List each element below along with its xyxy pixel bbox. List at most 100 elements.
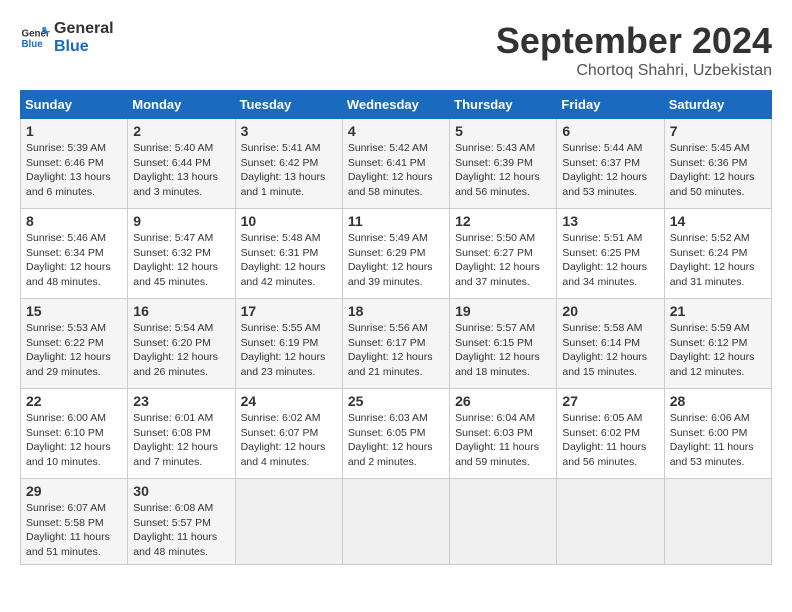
week-row-5: 29 Sunrise: 6:07 AMSunset: 5:58 PMDayligh… — [21, 479, 772, 565]
weekday-header-row: SundayMondayTuesdayWednesdayThursdayFrid… — [21, 91, 772, 119]
calendar-cell: 30Sunrise: 6:08 AMSunset: 5:57 PMDayligh… — [128, 479, 235, 565]
day-info: Sunrise: 6:03 AMSunset: 6:05 PMDaylight:… — [348, 411, 444, 470]
day-info: Sunrise: 6:00 AMSunset: 6:10 PMDaylight:… — [26, 411, 122, 470]
day-number: 15 — [26, 303, 122, 319]
day-number: 23 — [133, 393, 229, 409]
weekday-header-wednesday: Wednesday — [342, 91, 449, 119]
week-row-1: 1 Sunrise: 5:39 AMSunset: 6:46 PMDaylight… — [21, 119, 772, 209]
day-number: 24 — [241, 393, 337, 409]
day-number: 28 — [670, 393, 766, 409]
weekday-header-monday: Monday — [128, 91, 235, 119]
day-number: 11 — [348, 213, 444, 229]
day-number: 12 — [455, 213, 551, 229]
calendar-cell: 27 Sunrise: 6:05 AMSunset: 6:02 PMDayligh… — [557, 389, 664, 479]
week-row-3: 15Sunrise: 5:53 AMSunset: 6:22 PMDayligh… — [21, 299, 772, 389]
day-number: 17 — [241, 303, 337, 319]
calendar-cell: 12 Sunrise: 5:50 AMSunset: 6:27 PMDayligh… — [450, 209, 557, 299]
day-number: 3 — [241, 123, 337, 139]
day-number: 27 — [562, 393, 658, 409]
week-row-4: 22Sunrise: 6:00 AMSunset: 6:10 PMDayligh… — [21, 389, 772, 479]
day-number: 21 — [670, 303, 766, 319]
calendar-cell: 17Sunrise: 5:55 AMSunset: 6:19 PMDayligh… — [235, 299, 342, 389]
day-number: 9 — [133, 213, 229, 229]
day-number: 1 — [26, 123, 122, 139]
calendar-cell: 5 Sunrise: 5:43 AMSunset: 6:39 PMDaylight… — [450, 119, 557, 209]
calendar-cell: 23 Sunrise: 6:01 AMSunset: 6:08 PMDayligh… — [128, 389, 235, 479]
day-info: Sunrise: 5:51 AMSunset: 6:25 PMDaylight:… — [562, 231, 658, 290]
day-info: Sunrise: 6:02 AMSunset: 6:07 PMDaylight:… — [241, 411, 337, 470]
weekday-header-saturday: Saturday — [664, 91, 771, 119]
day-info: Sunrise: 5:42 AMSunset: 6:41 PMDaylight:… — [348, 141, 444, 200]
day-info: Sunrise: 5:39 AMSunset: 6:46 PMDaylight:… — [26, 141, 122, 200]
day-info: Sunrise: 6:04 AMSunset: 6:03 PMDaylight:… — [455, 411, 551, 470]
calendar-cell: 24 Sunrise: 6:02 AMSunset: 6:07 PMDayligh… — [235, 389, 342, 479]
svg-text:Blue: Blue — [22, 39, 44, 50]
calendar-cell: 25 Sunrise: 6:03 AMSunset: 6:05 PMDayligh… — [342, 389, 449, 479]
day-info: Sunrise: 5:59 AMSunset: 6:12 PMDaylight:… — [670, 321, 766, 380]
day-number: 6 — [562, 123, 658, 139]
weekday-header-friday: Friday — [557, 91, 664, 119]
day-info: Sunrise: 5:41 AMSunset: 6:42 PMDaylight:… — [241, 141, 337, 200]
day-info: Sunrise: 6:01 AMSunset: 6:08 PMDaylight:… — [133, 411, 229, 470]
day-info: Sunrise: 5:40 AMSunset: 6:44 PMDaylight:… — [133, 141, 229, 200]
day-info: Sunrise: 6:08 AMSunset: 5:57 PMDaylight:… — [133, 501, 229, 560]
day-info: Sunrise: 5:43 AMSunset: 6:39 PMDaylight:… — [455, 141, 551, 200]
day-info: Sunrise: 5:58 AMSunset: 6:14 PMDaylight:… — [562, 321, 658, 380]
day-info: Sunrise: 5:57 AMSunset: 6:15 PMDaylight:… — [455, 321, 551, 380]
calendar-cell: 8Sunrise: 5:46 AMSunset: 6:34 PMDaylight… — [21, 209, 128, 299]
calendar-cell: 7 Sunrise: 5:45 AMSunset: 6:36 PMDaylight… — [664, 119, 771, 209]
calendar-cell: 28 Sunrise: 6:06 AMSunset: 6:00 PMDayligh… — [664, 389, 771, 479]
logo: General Blue General Blue — [20, 20, 114, 55]
day-number: 2 — [133, 123, 229, 139]
day-number: 19 — [455, 303, 551, 319]
calendar-cell: 9Sunrise: 5:47 AMSunset: 6:32 PMDaylight… — [128, 209, 235, 299]
calendar-cell: 4 Sunrise: 5:42 AMSunset: 6:41 PMDaylight… — [342, 119, 449, 209]
day-number: 10 — [241, 213, 337, 229]
day-number: 7 — [670, 123, 766, 139]
calendar-cell: 16 Sunrise: 5:54 AMSunset: 6:20 PMDayligh… — [128, 299, 235, 389]
calendar-cell: 14 Sunrise: 5:52 AMSunset: 6:24 PMDayligh… — [664, 209, 771, 299]
calendar-cell — [664, 479, 771, 565]
day-info: Sunrise: 5:44 AMSunset: 6:37 PMDaylight:… — [562, 141, 658, 200]
calendar-cell: 2 Sunrise: 5:40 AMSunset: 6:44 PMDaylight… — [128, 119, 235, 209]
calendar-cell: 11 Sunrise: 5:49 AMSunset: 6:29 PMDayligh… — [342, 209, 449, 299]
week-row-2: 8Sunrise: 5:46 AMSunset: 6:34 PMDaylight… — [21, 209, 772, 299]
day-info: Sunrise: 5:48 AMSunset: 6:31 PMDaylight:… — [241, 231, 337, 290]
weekday-header-thursday: Thursday — [450, 91, 557, 119]
day-number: 13 — [562, 213, 658, 229]
day-number: 18 — [348, 303, 444, 319]
day-number: 14 — [670, 213, 766, 229]
calendar-cell: 22Sunrise: 6:00 AMSunset: 6:10 PMDayligh… — [21, 389, 128, 479]
day-number: 4 — [348, 123, 444, 139]
day-number: 5 — [455, 123, 551, 139]
calendar-cell: 19 Sunrise: 5:57 AMSunset: 6:15 PMDayligh… — [450, 299, 557, 389]
day-info: Sunrise: 5:49 AMSunset: 6:29 PMDaylight:… — [348, 231, 444, 290]
calendar-cell: 18Sunrise: 5:56 AMSunset: 6:17 PMDayligh… — [342, 299, 449, 389]
day-info: Sunrise: 5:52 AMSunset: 6:24 PMDaylight:… — [670, 231, 766, 290]
day-info: Sunrise: 5:54 AMSunset: 6:20 PMDaylight:… — [133, 321, 229, 380]
day-info: Sunrise: 5:46 AMSunset: 6:34 PMDaylight:… — [26, 231, 122, 290]
month-title: September 2024 — [496, 20, 772, 62]
day-number: 25 — [348, 393, 444, 409]
calendar-cell: 20 Sunrise: 5:58 AMSunset: 6:14 PMDayligh… — [557, 299, 664, 389]
calendar-cell: 21 Sunrise: 5:59 AMSunset: 6:12 PMDayligh… — [664, 299, 771, 389]
day-info: Sunrise: 5:45 AMSunset: 6:36 PMDaylight:… — [670, 141, 766, 200]
calendar-cell — [235, 479, 342, 565]
day-number: 20 — [562, 303, 658, 319]
location-title: Chortoq Shahri, Uzbekistan — [496, 62, 772, 80]
calendar-cell — [342, 479, 449, 565]
calendar-cell: 29 Sunrise: 6:07 AMSunset: 5:58 PMDayligh… — [21, 479, 128, 565]
calendar-cell: 1 Sunrise: 5:39 AMSunset: 6:46 PMDaylight… — [21, 119, 128, 209]
day-number: 29 — [26, 483, 122, 499]
day-number: 26 — [455, 393, 551, 409]
calendar-cell: 6 Sunrise: 5:44 AMSunset: 6:37 PMDaylight… — [557, 119, 664, 209]
title-area: September 2024 Chortoq Shahri, Uzbekista… — [496, 20, 772, 80]
day-info: Sunrise: 6:07 AMSunset: 5:58 PMDaylight:… — [26, 501, 122, 560]
day-info: Sunrise: 6:06 AMSunset: 6:00 PMDaylight:… — [670, 411, 766, 470]
calendar-cell — [557, 479, 664, 565]
day-info: Sunrise: 6:05 AMSunset: 6:02 PMDaylight:… — [562, 411, 658, 470]
day-info: Sunrise: 5:50 AMSunset: 6:27 PMDaylight:… — [455, 231, 551, 290]
calendar-cell: 26 Sunrise: 6:04 AMSunset: 6:03 PMDayligh… — [450, 389, 557, 479]
header: General Blue General Blue September 2024… — [20, 20, 772, 80]
day-number: 16 — [133, 303, 229, 319]
